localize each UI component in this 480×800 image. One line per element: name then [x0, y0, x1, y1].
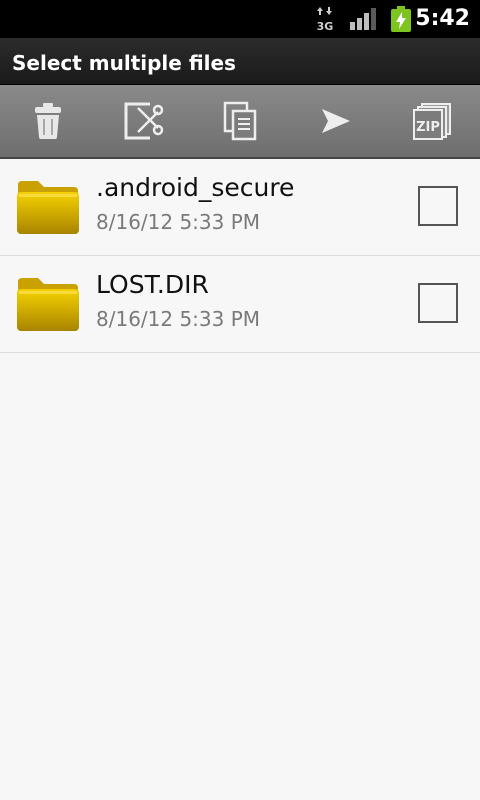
- file-date: 8/16/12 5:33 PM: [96, 210, 261, 234]
- cut-icon: [124, 102, 164, 140]
- copy-icon: [223, 101, 257, 141]
- file-name: .android_secure: [96, 173, 295, 202]
- clock: 5:42: [415, 6, 470, 31]
- title-bar: Select multiple files: [0, 38, 480, 85]
- zip-label: ZIP: [416, 120, 440, 135]
- file-date: 8/16/12 5:33 PM: [96, 307, 261, 331]
- file-list: .android_secure 8/16/12 5:33 PM LOST.DIR…: [0, 159, 480, 353]
- zip-icon: ZIP: [413, 103, 451, 140]
- action-toolbar: ZIP: [0, 85, 480, 159]
- delete-button[interactable]: [18, 95, 78, 147]
- select-checkbox[interactable]: [418, 186, 458, 226]
- copy-button[interactable]: [210, 95, 270, 147]
- cut-button[interactable]: [114, 95, 174, 147]
- zip-button[interactable]: ZIP: [402, 95, 462, 147]
- select-checkbox[interactable]: [418, 283, 458, 323]
- battery-charging-icon: [391, 6, 411, 32]
- page-title: Select multiple files: [12, 51, 236, 75]
- folder-icon: [17, 278, 79, 331]
- network-label: 3G: [317, 20, 334, 32]
- file-name: LOST.DIR: [96, 270, 209, 299]
- network-3g-icon: 3G: [317, 7, 334, 32]
- file-row[interactable]: .android_secure 8/16/12 5:33 PM: [0, 159, 480, 256]
- send-icon: [322, 109, 350, 133]
- status-bar: 3G 5:42: [0, 0, 480, 38]
- folder-icon: [17, 181, 79, 234]
- send-button[interactable]: [306, 95, 366, 147]
- signal-strength-icon: [350, 8, 376, 30]
- file-row[interactable]: LOST.DIR 8/16/12 5:33 PM: [0, 256, 480, 353]
- trash-icon: [35, 103, 61, 139]
